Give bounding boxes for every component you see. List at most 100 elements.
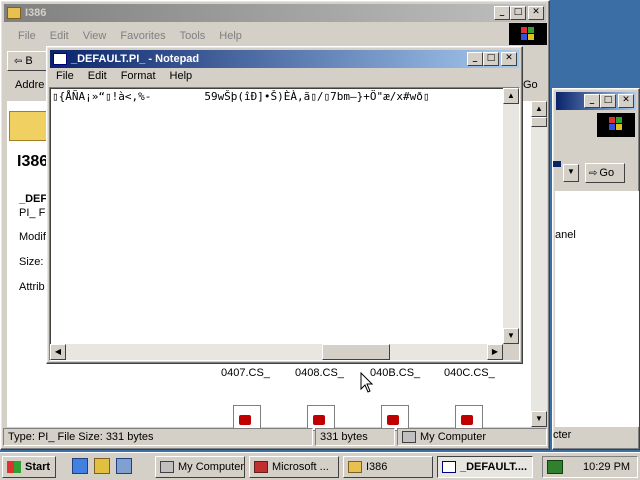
explorer-title: I386 (25, 7, 47, 19)
notepad-menu-help[interactable]: Help (163, 68, 200, 84)
go-button[interactable]: ⇨ Go (585, 163, 625, 183)
details-name: _DEF (19, 193, 48, 205)
address-label: Addre (15, 79, 45, 91)
explorer-go-label[interactable]: Go (523, 79, 538, 91)
microsoft-icon (254, 461, 268, 473)
notepad-content-line: ▯{ÅÑA¡»“▯!à<,%- 59wŠþ(îÐ]•Š)ÈÀ,ã▯/▯7bm–}… (52, 90, 430, 103)
notepad-hscrollbar[interactable]: ◀ ▶ (50, 344, 503, 360)
folder-icon (7, 7, 21, 19)
scroll-left-arrow-icon[interactable]: ◀ (50, 344, 66, 360)
maximize-button[interactable]: □ (483, 52, 499, 66)
system-tray: 10:29 PM (542, 456, 638, 478)
details-modified: Modif (19, 231, 46, 243)
show-desktop-icon[interactable] (116, 458, 132, 474)
task-notepad[interactable]: _DEFAULT.... (437, 456, 533, 478)
status-zone: My Computer (397, 428, 547, 446)
notepad-title: _DEFAULT.PI_ - Notepad (71, 53, 200, 65)
menu-file[interactable]: File (11, 28, 43, 44)
computer-icon (402, 431, 416, 443)
file-label[interactable]: 0408.CS_ (295, 367, 344, 379)
network-icon[interactable] (547, 460, 563, 474)
close-button[interactable]: ✕ (501, 52, 517, 66)
details-attributes: Attrib (19, 281, 45, 293)
folder-large-icon (9, 111, 47, 141)
scroll-up-arrow-icon[interactable]: ▲ (531, 101, 547, 117)
notepad-text-area[interactable]: ▯{ÅÑA¡»“▯!à<,%- 59wŠþ(îÐ]•Š)ÈÀ,ã▯/▯7bm–}… (49, 87, 520, 361)
maximize-button[interactable]: □ (600, 94, 616, 108)
mouse-cursor-icon (360, 372, 374, 393)
menu-help[interactable]: Help (212, 28, 249, 44)
details-size: Size: (19, 256, 44, 268)
right-status: cter (553, 429, 572, 441)
go-label: Go (599, 167, 615, 179)
task-my-computer[interactable]: My Computer (155, 456, 245, 478)
back-button[interactable]: ⇦ B (7, 51, 47, 71)
minimize-button[interactable]: _ (584, 94, 600, 108)
notepad-titlebar[interactable]: _DEFAULT.PI_ - Notepad _ □ ✕ (50, 50, 519, 68)
address-dropdown-button[interactable]: ▼ (563, 164, 579, 182)
notepad-vscrollbar[interactable]: ▲ ▼ (503, 88, 519, 344)
minimize-button[interactable]: _ (494, 6, 510, 20)
scroll-down-arrow-icon[interactable]: ▼ (503, 328, 519, 344)
task-i386[interactable]: I386 (343, 456, 433, 478)
explorer-vscrollbar[interactable]: ▲ ▼ (531, 101, 547, 427)
scroll-right-arrow-icon[interactable]: ▶ (487, 344, 503, 360)
menu-view[interactable]: View (76, 28, 114, 44)
close-button[interactable]: ✕ (528, 6, 544, 20)
scroll-thumb[interactable] (531, 117, 547, 127)
right-window-titlebar[interactable]: _ □ ✕ (556, 92, 636, 110)
back-arrow-icon: ⇦ (14, 55, 23, 67)
status-type-size: Type: PI_ File Size: 331 bytes (8, 431, 154, 443)
task-label: _DEFAULT.... (460, 461, 528, 473)
explorer-windows-logo-icon (509, 23, 547, 45)
notepad-menubar: File Edit Format Help (49, 68, 199, 84)
file-label[interactable]: 040C.CS_ (444, 367, 495, 379)
folder-icon (348, 461, 362, 473)
status-bytes: 331 bytes (320, 431, 368, 443)
ie-icon[interactable] (72, 458, 88, 474)
details-type: PI_ Fi (19, 207, 48, 219)
back-label: B (25, 55, 33, 67)
close-button[interactable]: ✕ (618, 94, 634, 108)
status-mid: 331 bytes (315, 428, 395, 446)
go-arrow-icon: ⇨ (589, 167, 598, 179)
explorer-menubar: File Edit View Favorites Tools Help (11, 28, 249, 44)
file-label[interactable]: 040B.CS_ (370, 367, 420, 379)
right-window-blue-strip (553, 161, 561, 167)
explorer-titlebar[interactable]: I386 _ □ ✕ (4, 4, 546, 22)
right-window-content: anel (555, 191, 639, 427)
windows-flag-icon (7, 461, 21, 473)
outlook-icon[interactable] (94, 458, 110, 474)
notepad-icon (53, 53, 67, 65)
scroll-up-arrow-icon[interactable]: ▲ (503, 88, 519, 104)
start-button[interactable]: Start (2, 456, 56, 478)
notepad-menu-edit[interactable]: Edit (81, 68, 114, 84)
folder-title: I386 (17, 153, 49, 170)
task-label: I386 (366, 461, 388, 473)
computer-icon (160, 461, 174, 473)
size-grip[interactable] (503, 344, 519, 360)
control-panel-text: anel (555, 229, 576, 241)
minimize-button[interactable]: _ (467, 52, 483, 66)
status-zone-label: My Computer (420, 431, 487, 443)
windows-logo-icon (597, 113, 635, 137)
task-microsoft[interactable]: Microsoft ... (249, 456, 339, 478)
quicklaunch (72, 458, 132, 474)
status-left: Type: PI_ File Size: 331 bytes (3, 428, 313, 446)
clock[interactable]: 10:29 PM (583, 461, 630, 473)
menu-edit[interactable]: Edit (43, 28, 76, 44)
maximize-button[interactable]: □ (510, 6, 526, 20)
start-label: Start (25, 461, 51, 473)
right-window: _ □ ✕ ▼ ⇨ Go anel cter (552, 88, 640, 450)
task-label: Microsoft ... (272, 461, 329, 473)
notepad-window: _DEFAULT.PI_ - Notepad _ □ ✕ File Edit F… (46, 46, 523, 364)
notepad-menu-file[interactable]: File (49, 68, 81, 84)
hscroll-thumb[interactable] (322, 344, 390, 360)
menu-favorites[interactable]: Favorites (113, 28, 172, 44)
task-label: My Computer (178, 461, 245, 473)
scroll-down-arrow-icon[interactable]: ▼ (531, 411, 547, 427)
menu-tools[interactable]: Tools (173, 28, 213, 44)
file-label[interactable]: 0407.CS_ (221, 367, 270, 379)
notepad-icon (442, 461, 456, 473)
notepad-menu-format[interactable]: Format (114, 68, 163, 84)
